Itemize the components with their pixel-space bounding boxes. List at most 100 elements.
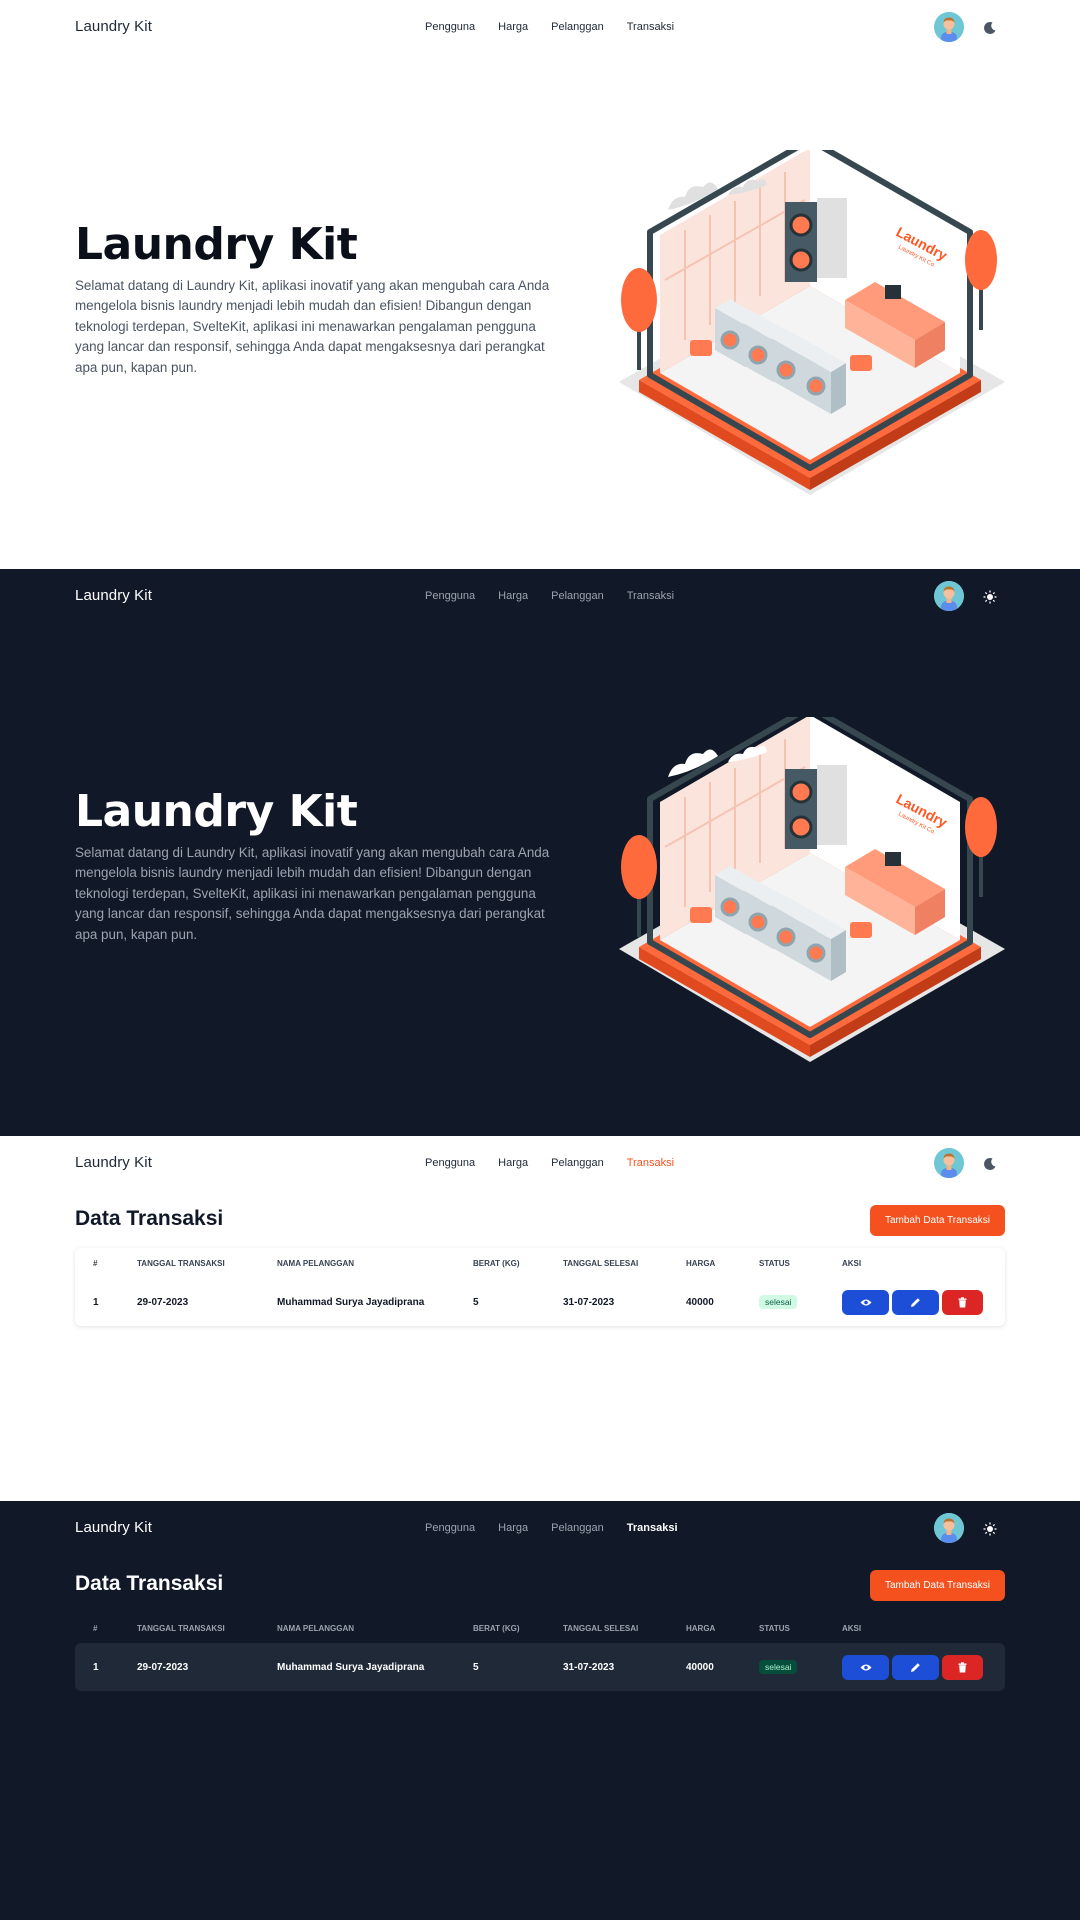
nav-item-transaksi[interactable]: Transaksi <box>627 21 674 33</box>
cell-no: 1 <box>93 1296 99 1308</box>
navbar: Laundry Kit Pengguna Harga Pelanggan Tra… <box>0 1501 1080 1557</box>
cell-tanggal-selesai: 31-07-2023 <box>563 1661 615 1673</box>
actions-cell <box>842 1278 983 1326</box>
edit-button[interactable] <box>892 1289 939 1315</box>
delete-button[interactable] <box>942 1654 983 1680</box>
nav-item-pengguna[interactable]: Pengguna <box>425 590 475 602</box>
nav-menu: Pengguna Harga Pelanggan Transaksi <box>425 590 674 602</box>
sun-icon[interactable] <box>980 588 1000 606</box>
edit-button[interactable] <box>892 1654 939 1680</box>
cell-no: 1 <box>93 1661 99 1673</box>
nav-menu: Pengguna Harga Pelanggan Transaksi <box>425 1157 674 1169</box>
nav-item-harga[interactable]: Harga <box>498 1157 528 1169</box>
status-badge: selesai <box>759 1295 798 1309</box>
hero-description: Selamat datang di Laundry Kit, aplikasi … <box>75 278 550 375</box>
transactions-table: # Tanggal Transaksi Nama Pelanggan Berat… <box>75 1248 1005 1326</box>
actions-cell <box>842 1643 983 1691</box>
column-header: Harga <box>686 1623 716 1633</box>
add-transaction-button[interactable]: Tambah Data Transaksi <box>870 1205 1005 1236</box>
user-avatar-icon[interactable] <box>934 12 964 42</box>
trash-icon <box>958 1296 967 1307</box>
table-row: 1 29-07-2023 Muhammad Surya Jayadiprana … <box>75 1278 1005 1326</box>
brand-logo[interactable]: Laundry Kit <box>75 1154 152 1171</box>
column-header: Berat (KG) <box>473 1623 520 1633</box>
status-cell: selesai <box>759 1278 798 1326</box>
cloud-icon <box>668 745 767 777</box>
column-header: Nama Pelanggan <box>277 1258 355 1268</box>
user-avatar-icon[interactable] <box>934 581 964 611</box>
cell-tanggal-selesai: 31-07-2023 <box>563 1296 615 1308</box>
brand-logo[interactable]: Laundry Kit <box>75 587 152 604</box>
cell-nama-pelanggan: Muhammad Surya Jayadiprana <box>277 1661 425 1673</box>
column-header: Tanggal Transaksi <box>137 1623 225 1633</box>
column-header: Tanggal Selesai <box>563 1623 639 1633</box>
column-header: # <box>93 1623 98 1633</box>
sun-icon[interactable] <box>980 1520 1000 1538</box>
nav-item-pelanggan[interactable]: Pelanggan <box>551 1522 604 1534</box>
transactions-dark-section: Laundry Kit Pengguna Harga Pelanggan Tra… <box>0 1501 1080 1920</box>
nav-item-pengguna[interactable]: Pengguna <box>425 1522 475 1534</box>
navbar: Laundry Kit Pengguna Harga Pelanggan Tra… <box>0 0 1080 56</box>
column-header: Tanggal Selesai <box>563 1258 639 1268</box>
cell-tanggal-transaksi: 29-07-2023 <box>137 1296 189 1308</box>
column-header: Aksi <box>842 1623 862 1633</box>
delete-button[interactable] <box>942 1289 983 1315</box>
moon-icon[interactable] <box>980 1155 1000 1173</box>
brand-logo[interactable]: Laundry Kit <box>75 1519 152 1536</box>
cloud-icon <box>668 178 767 210</box>
transactions-light-section: Laundry Kit Pengguna Harga Pelanggan Tra… <box>0 1136 1080 1501</box>
nav-item-harga[interactable]: Harga <box>498 21 528 33</box>
user-avatar-icon[interactable] <box>934 1148 964 1178</box>
cell-nama-pelanggan: Muhammad Surya Jayadiprana <box>277 1296 425 1308</box>
trash-icon <box>958 1661 967 1672</box>
column-header: Tanggal Transaksi <box>137 1258 225 1268</box>
nav-item-pelanggan[interactable]: Pelanggan <box>551 1157 604 1169</box>
column-header: Aksi <box>842 1258 862 1268</box>
column-header: Status <box>759 1623 790 1633</box>
nav-item-transaksi[interactable]: Transaksi <box>627 590 674 602</box>
nav-item-harga[interactable]: Harga <box>498 590 528 602</box>
home-dark-section: Laundry Kit Pengguna Harga Pelanggan Tra… <box>0 569 1080 1136</box>
user-avatar-icon[interactable] <box>934 1513 964 1543</box>
eye-icon <box>860 1299 871 1305</box>
navbar: Laundry Kit Pengguna Harga Pelanggan Tra… <box>0 569 1080 625</box>
column-header: Nama Pelanggan <box>277 1623 355 1633</box>
nav-menu: Pengguna Harga Pelanggan Transaksi <box>425 21 674 33</box>
page-title: Data Transaksi <box>75 1207 224 1230</box>
nav-item-harga[interactable]: Harga <box>498 1522 528 1534</box>
column-header: Status <box>759 1258 790 1268</box>
hero-title: Laundry Kit <box>75 786 358 837</box>
pencil-icon <box>911 1662 920 1672</box>
add-transaction-button[interactable]: Tambah Data Transaksi <box>870 1570 1005 1601</box>
table-row: 1 29-07-2023 Muhammad Surya Jayadiprana … <box>75 1643 1005 1691</box>
eye-icon <box>860 1664 871 1670</box>
cell-harga: 40000 <box>686 1296 714 1308</box>
nav-item-transaksi[interactable]: Transaksi <box>627 1157 674 1169</box>
moon-icon[interactable] <box>980 19 1000 37</box>
nav-item-pengguna[interactable]: Pengguna <box>425 21 475 33</box>
cell-berat: 5 <box>473 1296 479 1308</box>
home-light-section: Laundry Kit Pengguna Harga Pelanggan Tra… <box>0 0 1080 569</box>
view-button[interactable] <box>842 1289 889 1315</box>
column-header: Berat (KG) <box>473 1258 520 1268</box>
hero-description: Selamat datang di Laundry Kit, aplikasi … <box>75 845 550 942</box>
status-cell: selesai <box>759 1643 798 1691</box>
hero-title: Laundry Kit <box>75 219 358 270</box>
table-header: # Tanggal Transaksi Nama Pelanggan Berat… <box>75 1613 1005 1643</box>
cell-berat: 5 <box>473 1661 479 1673</box>
transactions-table: # Tanggal Transaksi Nama Pelanggan Berat… <box>75 1613 1005 1691</box>
view-button[interactable] <box>842 1654 889 1680</box>
status-badge: selesai <box>759 1660 798 1674</box>
nav-item-pelanggan[interactable]: Pelanggan <box>551 21 604 33</box>
pencil-icon <box>911 1297 920 1307</box>
cell-harga: 40000 <box>686 1661 714 1673</box>
brand-logo[interactable]: Laundry Kit <box>75 18 152 35</box>
table-header: # Tanggal Transaksi Nama Pelanggan Berat… <box>75 1248 1005 1278</box>
page-title: Data Transaksi <box>75 1572 224 1595</box>
nav-menu: Pengguna Harga Pelanggan Transaksi <box>425 1522 678 1534</box>
nav-item-pelanggan[interactable]: Pelanggan <box>551 590 604 602</box>
nav-item-pengguna[interactable]: Pengguna <box>425 1157 475 1169</box>
navbar: Laundry Kit Pengguna Harga Pelanggan Tra… <box>0 1136 1080 1192</box>
nav-item-transaksi[interactable]: Transaksi <box>627 1522 678 1534</box>
column-header: # <box>93 1258 98 1268</box>
